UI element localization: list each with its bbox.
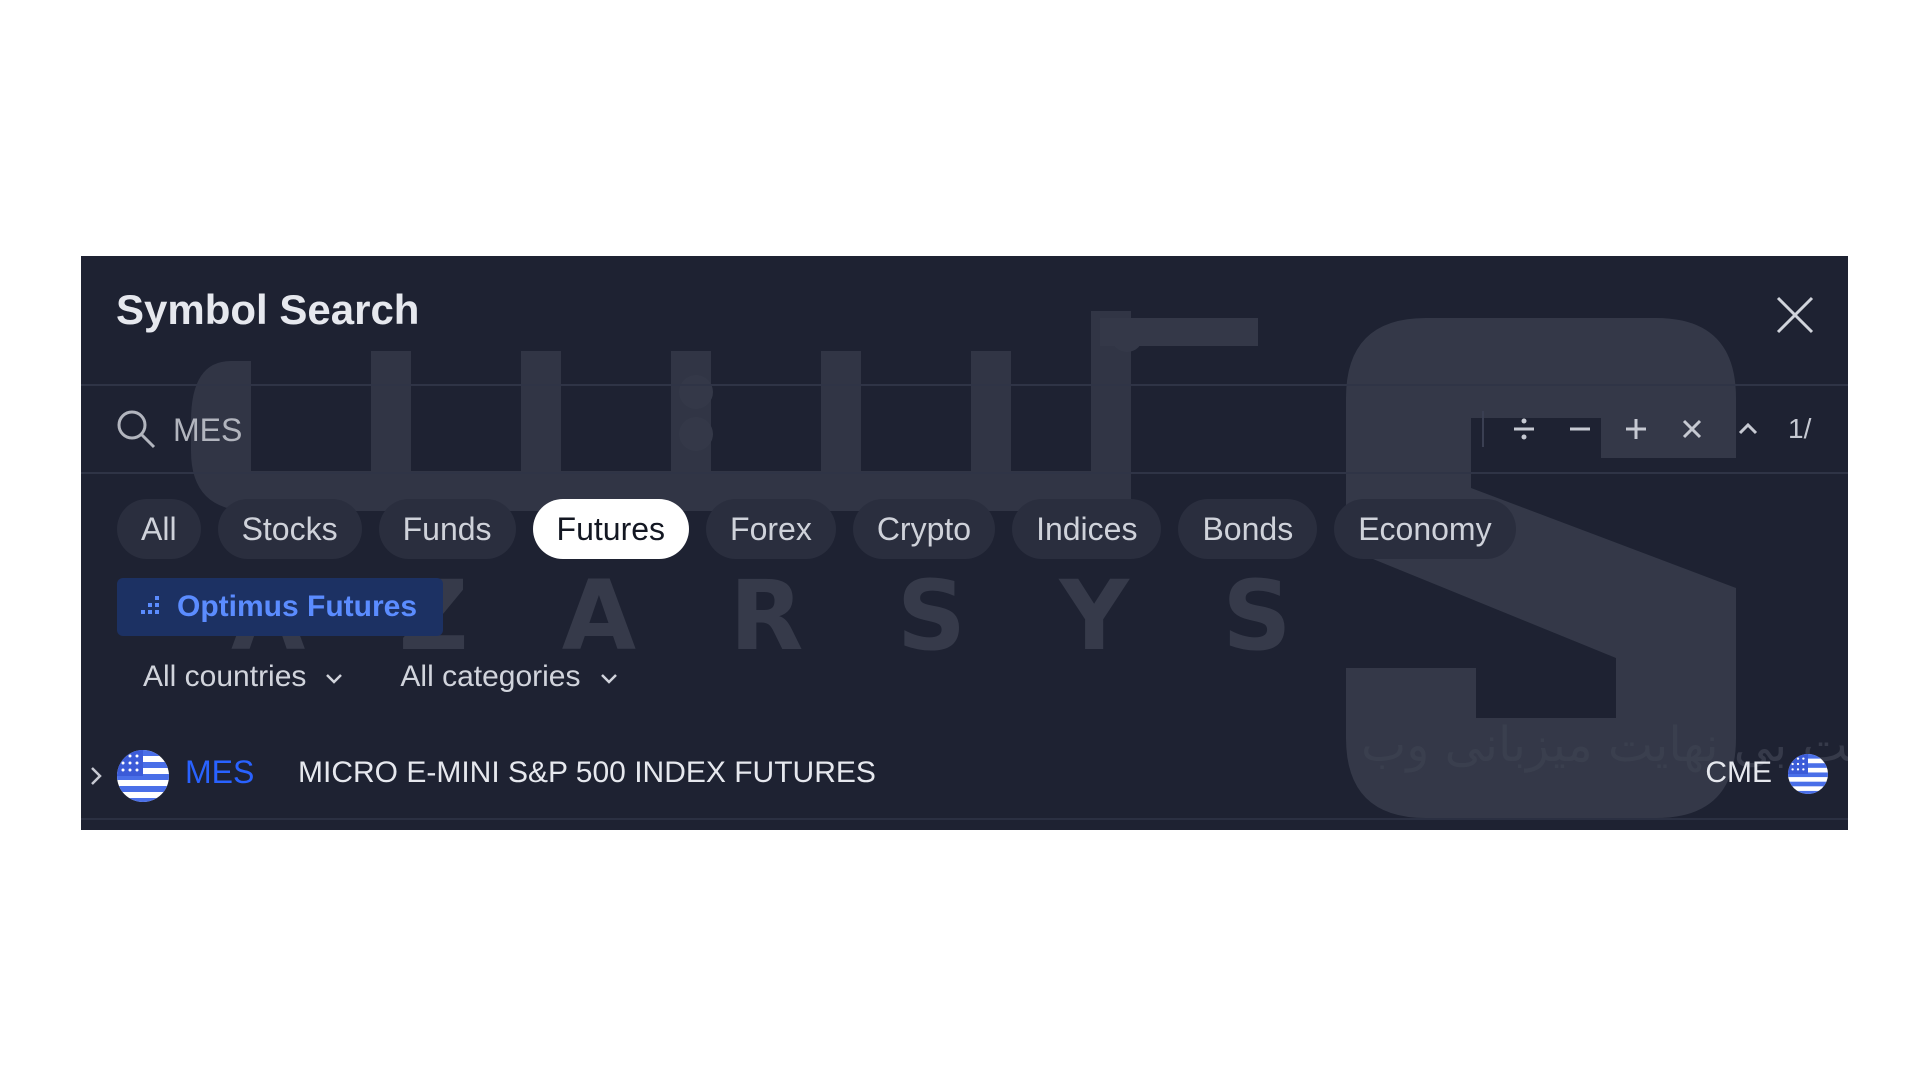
calculator-toolbar: 1/ bbox=[1482, 402, 1828, 456]
result-exchange: CME bbox=[1705, 756, 1772, 789]
divide-icon[interactable] bbox=[1508, 413, 1540, 445]
us-flag-icon bbox=[1788, 754, 1828, 794]
result-row[interactable]: MES MICRO E-MINI S&P 500 INDEX FUTURES C… bbox=[81, 734, 1848, 820]
plus-icon[interactable] bbox=[1620, 413, 1652, 445]
search-icon bbox=[115, 408, 157, 450]
result-count: 1/ bbox=[1788, 413, 1812, 444]
symbol-search-dialog: A Z A R S Y S سرعت بی نهایت میزبانی وب S… bbox=[81, 256, 1848, 830]
tab-economy[interactable]: Economy bbox=[1334, 499, 1516, 559]
categories-label: All categories bbox=[400, 660, 581, 693]
toolbar-separator bbox=[1482, 411, 1484, 447]
caret-up-icon[interactable] bbox=[1732, 413, 1764, 445]
tab-futures[interactable]: Futures bbox=[532, 499, 690, 559]
dialog-header: Symbol Search bbox=[81, 256, 1848, 386]
broker-icon bbox=[139, 578, 161, 636]
result-symbol[interactable]: MES bbox=[185, 754, 254, 791]
tab-stocks[interactable]: Stocks bbox=[217, 499, 362, 559]
search-input[interactable] bbox=[171, 404, 775, 456]
us-flag-icon bbox=[117, 750, 169, 802]
tab-crypto[interactable]: Crypto bbox=[852, 499, 996, 559]
categories-dropdown[interactable]: All categories bbox=[400, 660, 618, 694]
dialog-title: Symbol Search bbox=[116, 286, 420, 333]
countries-label: All countries bbox=[143, 660, 307, 693]
multiply-icon[interactable] bbox=[1676, 413, 1708, 445]
broker-label: Optimus Futures bbox=[177, 590, 418, 623]
tab-bonds[interactable]: Bonds bbox=[1178, 499, 1318, 559]
close-icon[interactable] bbox=[1772, 292, 1818, 338]
search-divider bbox=[81, 472, 1848, 474]
tab-forex[interactable]: Forex bbox=[706, 499, 836, 559]
result-description: MICRO E-MINI S&P 500 INDEX FUTURES bbox=[298, 756, 876, 789]
chevron-down-icon bbox=[599, 660, 619, 694]
filters-row: All countries All categories bbox=[143, 660, 619, 694]
tab-all[interactable]: All bbox=[117, 499, 201, 559]
tab-funds[interactable]: Funds bbox=[378, 499, 516, 559]
broker-source-button[interactable]: Optimus Futures bbox=[117, 578, 444, 636]
category-tabs: All Stocks Funds Futures Forex Crypto In… bbox=[117, 499, 1516, 559]
countries-dropdown[interactable]: All countries bbox=[143, 660, 344, 694]
search-row: 1/ bbox=[81, 386, 1848, 472]
tab-indices[interactable]: Indices bbox=[1012, 499, 1162, 559]
minus-icon[interactable] bbox=[1564, 413, 1596, 445]
chevron-down-icon bbox=[324, 660, 344, 694]
chevron-right-icon[interactable] bbox=[89, 764, 103, 788]
